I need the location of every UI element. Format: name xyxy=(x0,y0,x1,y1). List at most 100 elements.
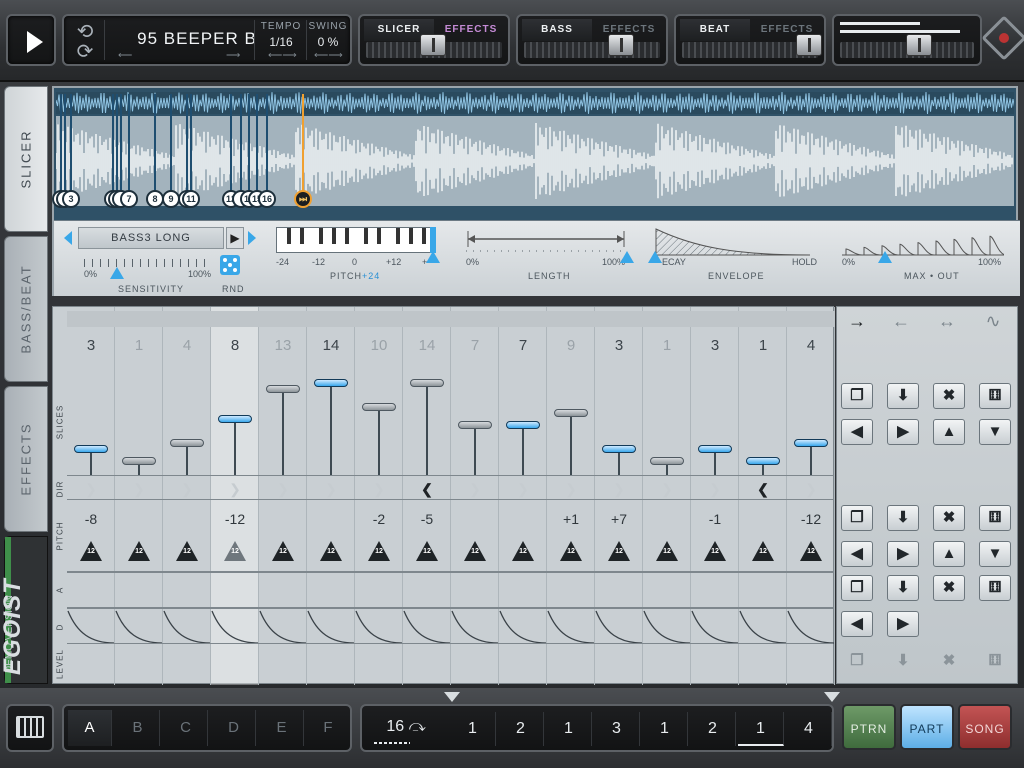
shift-up-icon[interactable]: ▲ xyxy=(933,419,965,445)
slider-knob[interactable] xyxy=(420,34,446,56)
step-pitch[interactable]: -12 xyxy=(211,511,259,527)
decay-envelope[interactable] xyxy=(211,609,259,645)
slicer-volume-slider[interactable] xyxy=(366,34,502,58)
pitch-marker-icon[interactable]: 12 xyxy=(176,541,198,561)
sequence-length[interactable]: 16 ⤼ xyxy=(366,712,446,746)
shift-left-icon[interactable]: ◀ xyxy=(841,611,873,637)
paste-icon[interactable]: ⬇ xyxy=(887,575,919,601)
pattern-a[interactable]: A xyxy=(68,710,112,746)
play-forward-icon[interactable]: → xyxy=(837,311,877,331)
slice-number[interactable]: 3 xyxy=(691,337,739,354)
slice-markers[interactable]: 37891112141516⏭ xyxy=(52,88,1020,218)
slice-marker-line[interactable] xyxy=(240,94,242,198)
decay-envelope[interactable] xyxy=(355,609,403,645)
slice-number[interactable]: 7 xyxy=(499,337,547,354)
slice-marker-line[interactable] xyxy=(112,94,114,198)
sequence-slot[interactable]: 4 xyxy=(786,712,832,746)
pitch-marker-icon[interactable]: 12 xyxy=(272,541,294,561)
decay-envelope[interactable] xyxy=(115,609,163,645)
prev-preset-icon[interactable] xyxy=(64,231,72,245)
next-song-icon[interactable]: ⟶ xyxy=(226,50,240,61)
step-pitch[interactable]: -8 xyxy=(67,511,115,527)
slice-marker-line[interactable] xyxy=(154,94,156,198)
slider-knob[interactable] xyxy=(796,34,822,56)
slice-handle[interactable] xyxy=(170,439,204,447)
clear-icon[interactable]: ✖ xyxy=(933,505,965,531)
swing-value[interactable]: 0 % xyxy=(308,35,348,49)
reverse-icon[interactable]: ❮ xyxy=(753,481,773,497)
step-column[interactable]: 4 ❯ 12 xyxy=(163,307,211,685)
sequence-slot[interactable]: 1 xyxy=(642,712,688,746)
logo-icon[interactable] xyxy=(981,15,1024,61)
slice-number[interactable]: 1 xyxy=(739,337,787,354)
pitch-marker-icon[interactable]: 12 xyxy=(656,541,678,561)
decay-envelope[interactable] xyxy=(643,609,691,645)
play-backward-icon[interactable]: ← xyxy=(881,311,921,331)
slice-handle[interactable] xyxy=(602,445,636,453)
slice-handle[interactable] xyxy=(362,403,396,411)
slice-number[interactable]: 14 xyxy=(403,337,451,354)
slicer-effects-tab[interactable]: EFFECTS xyxy=(436,19,506,41)
decay-envelope[interactable] xyxy=(163,609,211,645)
decay-envelope[interactable] xyxy=(499,609,547,645)
forward-icon[interactable]: ❯ xyxy=(513,481,533,497)
forward-icon[interactable]: ❯ xyxy=(273,481,293,497)
pitch-marker-icon[interactable]: 12 xyxy=(368,541,390,561)
copy-icon[interactable]: ❐ xyxy=(841,505,873,531)
step-column[interactable]: 4 ❯ -12 12 xyxy=(787,307,835,685)
clear-icon[interactable]: ✖ xyxy=(933,383,965,409)
max-out-slider[interactable] xyxy=(878,251,892,263)
slice-number[interactable]: 1 xyxy=(643,337,691,354)
end-marker-line[interactable] xyxy=(302,94,304,198)
step-column[interactable]: 13 ❯ 12 xyxy=(259,307,307,685)
shift-left-icon[interactable]: ◀ xyxy=(841,541,873,567)
slice-handle[interactable] xyxy=(506,421,540,429)
paste-icon[interactable]: ⬇ xyxy=(887,505,919,531)
pitch-marker-icon[interactable]: 12 xyxy=(512,541,534,561)
slider-knob[interactable] xyxy=(906,34,932,56)
step-column[interactable]: 14 ❯ 12 xyxy=(307,307,355,685)
slice-number[interactable]: 4 xyxy=(163,337,211,354)
step-column[interactable]: 3 ❯ -8 12 xyxy=(67,307,115,685)
slice-marker-line[interactable] xyxy=(60,94,62,198)
refresh-icon[interactable]: ⟲ ⟳ xyxy=(70,22,100,62)
slice-marker[interactable]: 7 xyxy=(120,190,138,208)
forward-icon[interactable]: ❯ xyxy=(177,481,197,497)
copy-icon[interactable]: ❐ xyxy=(841,649,873,675)
song-mode-button[interactable]: SONG xyxy=(958,704,1012,750)
dice-icon[interactable]: ⚅ xyxy=(979,383,1011,409)
sequence-slot[interactable]: 2 xyxy=(690,712,736,746)
step-pitch[interactable]: +1 xyxy=(547,511,595,527)
step-pitch[interactable]: -2 xyxy=(355,511,403,527)
reverse-icon[interactable]: ❮ xyxy=(417,481,437,497)
dice-icon[interactable]: ⚅ xyxy=(979,649,1011,675)
slice-marker-line[interactable] xyxy=(256,94,258,198)
pitch-marker-icon[interactable]: 12 xyxy=(224,541,246,561)
slice-handle[interactable] xyxy=(458,421,492,429)
slice-marker-line[interactable] xyxy=(230,94,232,198)
step-column[interactable]: 3 ❯ -1 12 xyxy=(691,307,739,685)
decay-envelope[interactable] xyxy=(451,609,499,645)
sequence-slot[interactable]: 1 xyxy=(546,712,592,746)
forward-icon[interactable]: ❯ xyxy=(321,481,341,497)
pitch-slider[interactable] xyxy=(426,251,440,263)
slice-handle[interactable] xyxy=(650,457,684,465)
pattern-f[interactable]: F xyxy=(306,710,350,746)
slice-handle[interactable] xyxy=(794,439,828,447)
song-selector[interactable]: ⟲ ⟳ 95 BEEPER B ⟵ ⟶ TEMPO 1/16 ⟵⟶ SWING 0… xyxy=(62,14,352,66)
copy-icon[interactable]: ❐ xyxy=(841,575,873,601)
slice-handle[interactable] xyxy=(122,457,156,465)
decay-envelope[interactable] xyxy=(67,609,115,645)
dice-icon[interactable]: ⚅ xyxy=(979,505,1011,531)
slice-marker-line[interactable] xyxy=(170,94,172,198)
step-column[interactable]: 1 ❯ 12 xyxy=(643,307,691,685)
pattern-e[interactable]: E xyxy=(260,710,304,746)
pitch-marker-icon[interactable]: 12 xyxy=(128,541,150,561)
swing-arrows-icon[interactable]: ⟵⟶ xyxy=(314,50,343,61)
step-pitch[interactable]: -5 xyxy=(403,511,451,527)
decay-envelope[interactable] xyxy=(403,609,451,645)
slice-handle[interactable] xyxy=(554,409,588,417)
decay-envelope[interactable] xyxy=(787,609,835,645)
pitch-marker-icon[interactable]: 12 xyxy=(608,541,630,561)
slice-number[interactable]: 14 xyxy=(307,337,355,354)
